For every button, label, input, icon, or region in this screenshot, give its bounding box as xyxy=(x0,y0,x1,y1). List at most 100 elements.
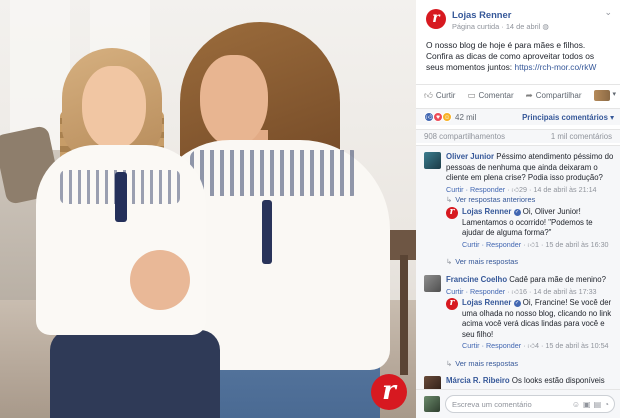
mother-tassel xyxy=(262,200,272,264)
comment-actions[interactable]: Curtir · Responder xyxy=(462,240,521,249)
renner-logo-letter: r xyxy=(382,375,396,406)
share-count[interactable]: 908 compartilhamentos xyxy=(424,132,505,141)
post-as-avatar[interactable] xyxy=(594,90,610,101)
page-name-link[interactable]: Lojas Renner xyxy=(452,9,511,20)
page-avatar[interactable]: r xyxy=(426,9,446,29)
commenter-name[interactable]: Márcia R. Ribeiro xyxy=(446,376,510,385)
comment-actions[interactable]: Curtir · Responder xyxy=(462,341,521,350)
renner-logo: r xyxy=(371,374,407,410)
comment-like-count[interactable]: 1 xyxy=(535,240,539,249)
girl-tassel xyxy=(115,172,127,222)
comment: Oliver Junior Péssimo atendimento péssim… xyxy=(424,152,614,195)
reply-arrow-icon: ↳ xyxy=(446,257,453,266)
post-meta: Página curtida · 14 de abril ◍ xyxy=(452,22,549,31)
commenter-name[interactable]: Lojas Renner xyxy=(462,207,511,216)
view-more-replies[interactable]: ↳ Ver mais respostas xyxy=(446,257,518,266)
like-label: Curtir xyxy=(435,91,456,100)
comment-timestamp[interactable]: 15 de abril às 10:54 xyxy=(545,341,608,350)
verified-badge-icon: ✓ xyxy=(513,209,521,216)
gif-icon[interactable]: ▤ xyxy=(594,400,602,409)
comment-text: Cadê para mãe de menino? xyxy=(509,275,606,284)
comments-list: Oliver Junior Péssimo atendimento péssim… xyxy=(416,145,620,389)
comment-timestamp[interactable]: 15 de abril às 16:30 xyxy=(545,240,608,249)
commenter-name[interactable]: Francine Coelho xyxy=(446,275,507,284)
page-avatar-letter: r xyxy=(432,10,440,26)
page-reply-avatar[interactable]: r xyxy=(446,298,458,310)
chevron-down-icon[interactable]: ⌄ xyxy=(604,7,612,18)
reaction-count[interactable]: 42 mil xyxy=(455,113,476,122)
comment-icon: ▭ xyxy=(467,90,476,100)
view-more-replies-label: Ver mais respostas xyxy=(455,359,519,368)
camera-icon[interactable]: ▣ xyxy=(583,400,591,409)
globe-icon: ◍ xyxy=(542,22,549,31)
thumbs-up-icon: 👍︎ xyxy=(511,286,520,296)
comment-sort-dropdown[interactable]: Principais comentários ▾ xyxy=(522,113,614,122)
page-reply-avatar-letter: r xyxy=(449,298,455,308)
comment-label: Comentar xyxy=(478,91,514,100)
caret-down-icon[interactable]: ▾ xyxy=(612,90,616,98)
facebook-photo-theater: r r Lojas Renner Página curtida · 14 de … xyxy=(0,0,620,418)
post-photo[interactable]: r xyxy=(0,0,416,418)
comment-input[interactable]: Escreva um comentário ☺ ▣ ▤ ◔ xyxy=(445,395,615,413)
comment-actions[interactable]: Curtir · Responder xyxy=(446,185,505,194)
page-reply-avatar-letter: r xyxy=(449,207,455,217)
commenter-name[interactable]: Lojas Renner xyxy=(462,298,511,307)
comment-input-placeholder: Escreva um comentário xyxy=(452,399,532,409)
girl-face xyxy=(82,66,146,150)
page-reply-avatar[interactable]: r xyxy=(446,207,458,219)
comment-like-count[interactable]: 29 xyxy=(519,185,527,194)
comment-meta: Curtir · Responder · 👍︎1 · 15 de abril à… xyxy=(462,239,609,249)
commenter-avatar[interactable] xyxy=(424,152,441,169)
mother-face xyxy=(200,55,268,147)
view-previous-replies-label: Ver respostas anteriores xyxy=(455,195,536,204)
comment-timestamp[interactable]: 14 de abril às 17:33 xyxy=(533,287,596,296)
comment-like-count[interactable]: 16 xyxy=(519,287,527,296)
like-button[interactable]: 👍︎ Curtir xyxy=(424,90,455,101)
comment: Márcia R. Ribeiro Os looks estão disponí… xyxy=(424,376,614,389)
comment-meta: Curtir · Responder · 👍︎4 · 15 de abril à… xyxy=(462,341,609,350)
thumbs-up-icon: 👍︎ xyxy=(511,184,520,194)
sticker-icon[interactable]: ◔ xyxy=(604,400,609,409)
emoji-icon[interactable]: ☺ xyxy=(572,400,580,409)
girl-pants xyxy=(50,330,220,418)
reply: r Lojas Renner ✓ Oi, Francine! Se você d… xyxy=(446,298,614,352)
comment-meta: Curtir · Responder · 👍︎16 · 14 de abril … xyxy=(446,286,597,296)
mother-embroidery xyxy=(190,150,360,196)
bench-leg xyxy=(400,255,408,375)
thumbs-up-icon: 👍︎ xyxy=(527,341,536,350)
share-label: Compartilhar xyxy=(535,91,582,100)
comment-composer: Escreva um comentário ☺ ▣ ▤ ◔ xyxy=(416,389,620,418)
post-link[interactable]: https://rch-mor.co/rkW xyxy=(514,62,596,72)
thumbs-up-icon: 👍︎ xyxy=(527,239,536,249)
view-more-replies[interactable]: ↳ Ver mais respostas xyxy=(446,359,518,368)
reply-arrow-icon: ↳ xyxy=(446,195,453,204)
post-header: r Lojas Renner Página curtida · 14 de ab… xyxy=(416,0,620,36)
view-previous-replies[interactable]: ↳ Ver respostas anteriores xyxy=(446,195,535,204)
comment-timestamp[interactable]: 14 de abril às 21:14 xyxy=(533,185,596,194)
comment: Francine Coelho Cadê para mãe de menino?… xyxy=(424,275,614,297)
comment-meta: Curtir · Responder · 👍︎29 · 14 de abril … xyxy=(446,184,597,194)
comment-count[interactable]: 1 mil comentários xyxy=(551,132,612,141)
comment-actions[interactable]: Curtir · Responder xyxy=(446,287,505,296)
post-panel: r Lojas Renner Página curtida · 14 de ab… xyxy=(416,0,620,418)
reactions-summary: 👍︎ ♥ ☺ 42 mil Principais comentários ▾ xyxy=(416,108,620,125)
shares-summary: 908 compartilhamentos 1 mil comentários xyxy=(416,129,620,143)
commenter-name[interactable]: Oliver Junior xyxy=(446,152,494,161)
verified-badge-icon: ✓ xyxy=(513,300,521,307)
commenter-avatar[interactable] xyxy=(424,376,441,389)
post-actions: 👍︎ Curtir ▭ Comentar ➦ Compartilhar ▾ xyxy=(416,84,620,106)
share-button[interactable]: ➦ Compartilhar xyxy=(526,90,582,101)
holding-hands xyxy=(130,250,190,310)
commenter-avatar[interactable] xyxy=(424,275,441,292)
view-more-replies-label: Ver mais respostas xyxy=(455,257,519,266)
post-text: O nosso blog de hoje é para mães e filho… xyxy=(416,36,620,84)
reply: r Lojas Renner ✓ Oi, Oliver Junior! Lame… xyxy=(446,207,614,250)
current-user-avatar xyxy=(424,396,440,412)
share-icon: ➦ xyxy=(525,90,533,100)
thumbs-up-icon: 👍︎ xyxy=(424,90,433,100)
comment-button[interactable]: ▭ Comentar xyxy=(467,90,513,101)
reply-arrow-icon: ↳ xyxy=(446,359,453,368)
post-meta-text: Página curtida · 14 de abril xyxy=(452,22,541,31)
comment-like-count[interactable]: 4 xyxy=(535,341,539,350)
haha-reaction-icon[interactable]: ☺ xyxy=(442,112,452,122)
